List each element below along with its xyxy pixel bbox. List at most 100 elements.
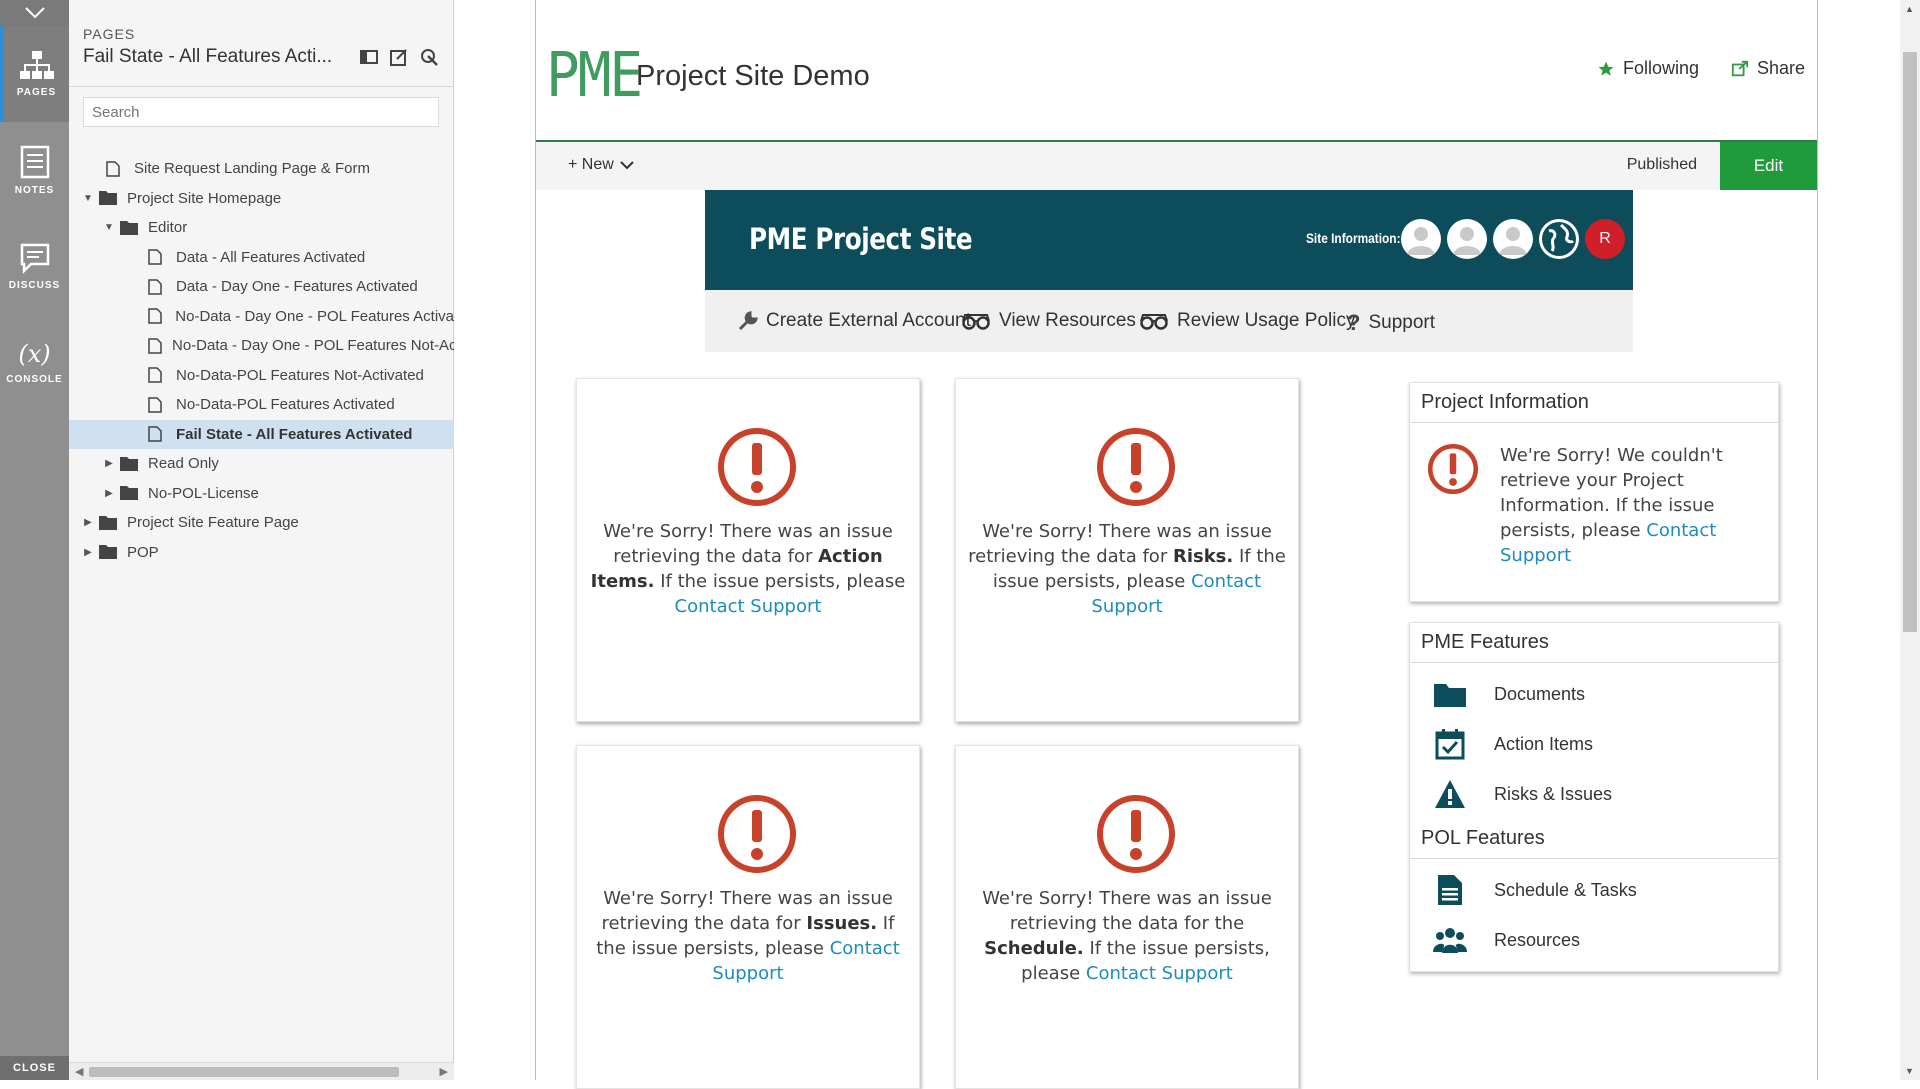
folder-icon	[1434, 684, 1466, 707]
feature-risks-issues[interactable]: Risks & Issues	[1410, 769, 1778, 819]
expand-caret-icon[interactable]: ▼	[81, 193, 95, 204]
search-input[interactable]	[83, 97, 439, 127]
feature-label: Action Items	[1494, 733, 1594, 754]
share-button[interactable]: Share	[1731, 58, 1805, 79]
schedule-error-card: We're Sorry! There was an issue retrievi…	[955, 745, 1299, 1089]
horizontal-scrollbar[interactable]: ◀ ▶	[69, 1062, 454, 1080]
glasses-icon	[1140, 314, 1168, 330]
page-icon	[148, 397, 166, 413]
tree-page[interactable]: Data - Day One - Features Activated	[69, 272, 454, 302]
command-bar: + New Published Edit	[536, 142, 1817, 190]
person-avatar[interactable]	[1401, 219, 1441, 259]
site-title: Project Site Demo	[636, 60, 870, 92]
console-icon: (x)	[18, 339, 51, 368]
action-items-error-card: We're Sorry! There was an issue retrievi…	[576, 378, 920, 722]
contact-support-link[interactable]: Contact Support	[675, 596, 822, 617]
feature-schedule-tasks[interactable]: Schedule & Tasks	[1410, 865, 1778, 915]
following-label: Following	[1622, 58, 1699, 78]
tree-label: Read Only	[148, 455, 219, 473]
edit-page-icon[interactable]	[389, 47, 409, 67]
error-message: We're Sorry! There was an issue retrievi…	[587, 886, 909, 986]
globe-avatar[interactable]	[1539, 219, 1579, 259]
page-layout-icon[interactable]	[359, 47, 379, 67]
risks-error-card: We're Sorry! There was an issue retrievi…	[955, 378, 1299, 722]
site-contacts: R	[1401, 219, 1625, 259]
panel-kicker: PAGES	[83, 26, 136, 42]
tree-folder[interactable]: ▶ POP	[69, 538, 454, 568]
collapse-caret-icon[interactable]: ▶	[102, 458, 116, 469]
tree-page[interactable]: No-Data-POL Features Not-Activated	[69, 361, 454, 391]
vertical-scrollbar[interactable]: ▲ ▼	[1900, 0, 1920, 1080]
scrollbar-thumb[interactable]	[1903, 52, 1917, 632]
tree-label: Fail State - All Features Activated	[176, 425, 413, 443]
page-icon	[148, 279, 166, 295]
hero-banner: PME Project Site Site Information: R	[705, 190, 1633, 290]
close-button[interactable]: CLOSE	[0, 1056, 69, 1080]
panel-title: Fail State - All Features Acti...	[83, 46, 333, 67]
collapse-caret-icon[interactable]: ▶	[81, 517, 95, 528]
collapse-toggle[interactable]	[0, 0, 69, 26]
widget-heading: POL Features	[1410, 819, 1778, 859]
view-resources-link[interactable]: View Resources	[961, 310, 1136, 332]
tree-folder[interactable]: ▼ Project Site Homepage	[69, 184, 454, 214]
scroll-right-icon[interactable]: ▶	[440, 1065, 448, 1078]
person-avatar[interactable]	[1447, 219, 1487, 259]
tree-page[interactable]: No-Data - Day One - POL Features Activa	[69, 302, 454, 332]
users-icon	[1433, 928, 1467, 953]
collapse-caret-icon[interactable]: ▶	[81, 547, 95, 558]
rail-console[interactable]: (x) CONSOLE	[0, 314, 69, 410]
contact-support-link[interactable]: Contact Support	[1086, 963, 1233, 984]
create-external-account-link[interactable]: Create External Account	[738, 310, 971, 332]
following-button[interactable]: Following	[1597, 58, 1699, 79]
person-avatar[interactable]	[1493, 219, 1533, 259]
tree-page[interactable]: Fail State - All Features Activated	[69, 419, 454, 449]
expand-caret-icon[interactable]: ▼	[102, 222, 116, 233]
scroll-left-icon[interactable]: ◀	[75, 1065, 83, 1078]
error-text: We're Sorry! There was an issue retrievi…	[982, 888, 1272, 934]
quick-link-label: View Resources	[999, 310, 1136, 331]
error-message: We're Sorry! There was an issue retrievi…	[966, 886, 1288, 986]
rail-notes[interactable]: NOTES	[0, 122, 69, 218]
hero-title: PME Project Site	[749, 222, 973, 256]
rail-pages[interactable]: PAGES	[0, 26, 69, 122]
page-icon	[148, 338, 162, 354]
feature-documents[interactable]: Documents	[1410, 669, 1778, 719]
site-frame: PME Project Site Demo Following Share + …	[535, 0, 1818, 1089]
scroll-down-icon[interactable]: ▼	[1905, 1066, 1914, 1076]
tree-label: No-Data - Day One - POL Features Not-Ac	[172, 337, 454, 355]
tree-label: No-Data-POL Features Not-Activated	[176, 366, 424, 384]
site-header: PME Project Site Demo Following Share	[536, 0, 1817, 142]
wrench-icon	[738, 311, 758, 331]
tree-page[interactable]: No-Data - Day One - POL Features Not-Ac	[69, 331, 454, 361]
cursor-icon[interactable]	[419, 47, 439, 67]
new-button[interactable]: + New	[568, 156, 634, 174]
share-icon	[1731, 60, 1749, 76]
review-usage-policy-link[interactable]: Review Usage Policy	[1139, 310, 1355, 332]
tree-page[interactable]: Data - All Features Activated	[69, 243, 454, 273]
user-initial-avatar[interactable]: R	[1585, 219, 1625, 259]
tree-folder[interactable]: ▶ Read Only	[69, 449, 454, 479]
page-icon	[148, 426, 166, 442]
rail-console-label: CONSOLE	[6, 373, 63, 385]
scrollbar-thumb[interactable]	[89, 1067, 399, 1077]
tree-folder[interactable]: ▼ Editor	[69, 213, 454, 243]
tree-folder[interactable]: ▶ No-POL-License	[69, 479, 454, 509]
tree-page[interactable]: Site Request Landing Page & Form	[69, 154, 454, 184]
feature-resources[interactable]: Resources	[1410, 915, 1778, 965]
rail-notes-label: NOTES	[14, 184, 55, 196]
issues-error-card: We're Sorry! There was an issue retrievi…	[576, 745, 920, 1089]
tree-page[interactable]: No-Data-POL Features Activated	[69, 390, 454, 420]
rail-discuss[interactable]: DISCUSS	[0, 218, 69, 314]
tree-label: Project Site Feature Page	[127, 514, 299, 532]
project-information-widget: Project Information We're Sorry! We coul…	[1409, 382, 1779, 602]
feature-action-items[interactable]: Action Items	[1410, 719, 1778, 769]
edit-button[interactable]: Edit	[1720, 142, 1817, 190]
error-subject: Risks.	[1172, 546, 1234, 567]
support-link[interactable]: ? Support	[1347, 310, 1435, 336]
tree-folder[interactable]: ▶ Project Site Feature Page	[69, 508, 454, 538]
folder-icon	[99, 544, 117, 560]
user-icon	[1407, 227, 1435, 255]
scroll-up-icon[interactable]: ▲	[1905, 4, 1914, 14]
collapse-caret-icon[interactable]: ▶	[102, 488, 116, 499]
page-icon	[148, 308, 165, 324]
